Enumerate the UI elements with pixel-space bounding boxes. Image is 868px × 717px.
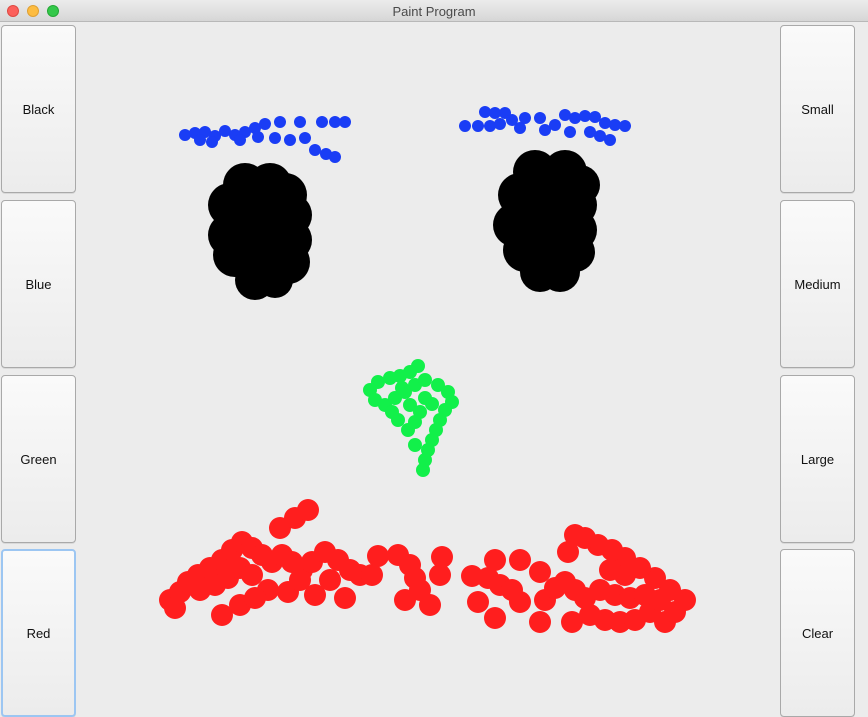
window-title: Paint Program [392, 4, 476, 19]
right-eye-stroke [493, 150, 600, 292]
clear-button[interactable]: Clear [780, 549, 855, 717]
mouth-right-stroke [461, 524, 696, 633]
left-eye-stroke [208, 163, 312, 300]
black-color-button[interactable]: Black [1, 25, 76, 193]
blue-color-button[interactable]: Blue [1, 200, 76, 368]
mouth-middle-stroke [387, 544, 453, 616]
right-eyebrow-stroke [459, 106, 631, 146]
left-eyebrow-stroke [179, 116, 351, 163]
red-color-button[interactable]: Red [1, 549, 76, 717]
green-color-button[interactable]: Green [1, 375, 76, 543]
drawing-canvas[interactable] [77, 23, 779, 707]
small-brush-button[interactable]: Small [780, 25, 855, 193]
title-bar: Paint Program [0, 0, 868, 22]
nose-stroke [363, 359, 459, 477]
medium-brush-button[interactable]: Medium [780, 200, 855, 368]
large-brush-button[interactable]: Large [780, 375, 855, 543]
mouth-left-stroke [159, 499, 389, 626]
